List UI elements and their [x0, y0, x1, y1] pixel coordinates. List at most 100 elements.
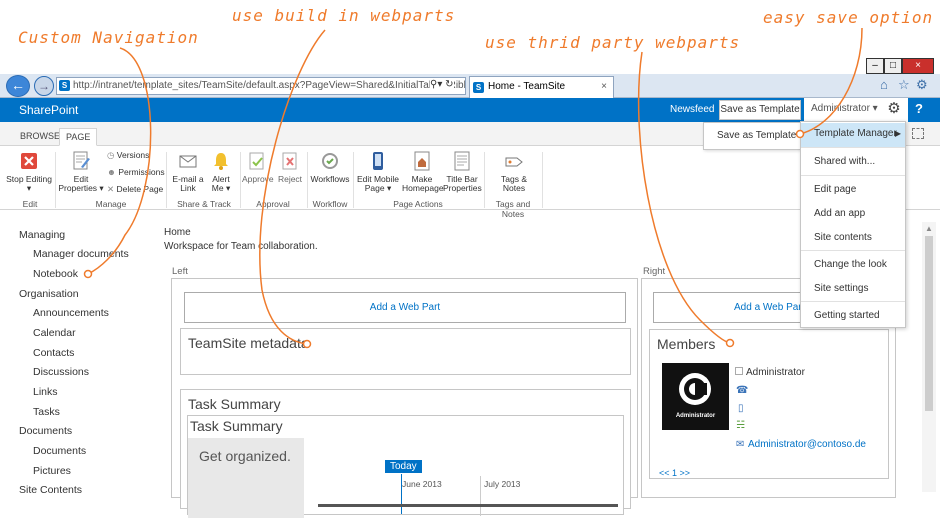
- nav-item-calendar[interactable]: Calendar: [33, 327, 76, 339]
- title-bar-icon: [454, 151, 470, 171]
- settings-gear-icon[interactable]: ⚙: [880, 98, 908, 122]
- email-icon: [179, 155, 197, 168]
- ribbon-separator: [166, 152, 167, 208]
- org-chart-icon[interactable]: ☵: [736, 420, 745, 431]
- approve-label: Approve: [242, 174, 274, 184]
- permissions-icon: ☻: [107, 167, 116, 177]
- favorites-icon[interactable]: ☆: [898, 77, 910, 93]
- workflows-icon: [322, 153, 338, 169]
- make-homepage-label-2: Homepage: [402, 183, 444, 193]
- newsfeed-link[interactable]: Newsfeed: [670, 104, 714, 115]
- menu-separator: [801, 250, 905, 251]
- tag-icon: [505, 157, 523, 167]
- nav-item-discussions[interactable]: Discussions: [33, 366, 89, 378]
- alert-me-button[interactable]: Alert Me ▾: [206, 150, 236, 193]
- nav-item-pictures[interactable]: Pictures: [33, 465, 71, 477]
- tags-notes-button[interactable]: Tags & Notes: [494, 150, 534, 193]
- nav-item-manager-documents[interactable]: Manager documents: [33, 248, 129, 260]
- tab-close-icon[interactable]: ×: [601, 77, 607, 97]
- permissions-label: Permissions: [118, 167, 165, 177]
- mobile-icon[interactable]: ▯: [738, 403, 744, 414]
- stop-editing-button[interactable]: Stop Editing ▾: [6, 150, 52, 193]
- alert-me-label-2: Me ▾: [211, 183, 231, 193]
- menu-separator: [801, 301, 905, 302]
- annotation-custom-navigation: Custom Navigation: [18, 28, 199, 47]
- brand-title[interactable]: SharePoint: [19, 103, 78, 117]
- nav-heading-site-contents[interactable]: Site Contents: [19, 484, 82, 496]
- tab-page[interactable]: PAGE: [59, 128, 98, 146]
- ribbon-group-approval: Approval: [256, 199, 290, 209]
- nav-item-tasks[interactable]: Tasks: [33, 406, 60, 418]
- make-homepage-button[interactable]: Make Homepage: [402, 150, 444, 193]
- approve-button[interactable]: Approve: [242, 150, 274, 184]
- task-summary-inner-title: Task Summary: [190, 418, 283, 434]
- today-marker: Today: [385, 460, 422, 473]
- task-summary-inner: Task Summary Get organized. Today June 2…: [187, 415, 624, 518]
- menu-item-site-settings[interactable]: Site settings: [814, 283, 868, 294]
- window-maximize-button[interactable]: □: [884, 58, 902, 74]
- members-pager[interactable]: << 1 >>: [659, 468, 690, 478]
- breadcrumb[interactable]: Home: [164, 227, 191, 238]
- nav-item-notebook[interactable]: Notebook: [33, 268, 78, 280]
- back-icon[interactable]: ←: [6, 75, 30, 97]
- avatar-label: Administrator: [675, 413, 716, 419]
- ribbon-separator: [55, 152, 56, 208]
- search-icon[interactable]: ⚲▾ ↻: [430, 79, 454, 90]
- ribbon-group-workflow: Workflow: [312, 199, 348, 209]
- menu-separator: [801, 175, 905, 176]
- menu-item-edit-page[interactable]: Edit page: [814, 184, 856, 195]
- member-email-link[interactable]: Administrator@contoso.de: [748, 439, 866, 450]
- focus-content-icon[interactable]: [912, 128, 924, 139]
- nav-item-links[interactable]: Links: [33, 386, 58, 398]
- tools-gear-icon[interactable]: ⚙: [916, 77, 928, 93]
- home-icon[interactable]: ⌂: [880, 77, 888, 92]
- forward-icon[interactable]: →: [34, 76, 54, 96]
- menu-item-shared-with[interactable]: Shared with...: [814, 156, 875, 167]
- email-link-button[interactable]: E-mail a Link: [170, 150, 206, 193]
- versions-label: Versions: [116, 150, 150, 160]
- url-input[interactable]: S http://intranet/template_sites/TeamSit…: [56, 77, 466, 95]
- template-manager-label: Template Manager: [814, 128, 897, 139]
- menu-item-add-app[interactable]: Add an app: [814, 208, 865, 219]
- scroll-thumb[interactable]: [925, 236, 933, 411]
- nav-item-announcements[interactable]: Announcements: [33, 307, 109, 319]
- page-scrollbar[interactable]: ▲: [922, 222, 936, 492]
- annotation-build-in-webparts: use build in webparts: [232, 6, 456, 25]
- window-close-button[interactable]: ×: [902, 58, 934, 74]
- template-manager-item[interactable]: Template Manager ▶: [801, 123, 905, 147]
- user-menu[interactable]: Administrator ▾: [804, 98, 880, 122]
- menu-item-change-look[interactable]: Change the look: [814, 259, 887, 270]
- ribbon-separator: [240, 152, 241, 208]
- teamsite-metadata-title: TeamSite metadata: [188, 335, 309, 351]
- member-checkbox[interactable]: [735, 367, 743, 375]
- menu-item-getting-started[interactable]: Getting started: [814, 310, 880, 321]
- nav-heading-organisation[interactable]: Organisation: [19, 288, 79, 300]
- nav-item-documents[interactable]: Documents: [33, 445, 86, 457]
- save-as-template-button[interactable]: Save as Template: [719, 100, 801, 120]
- edit-properties-label-2: Properties ▾: [58, 183, 104, 193]
- phone-icon[interactable]: ☎: [736, 385, 748, 396]
- avatar[interactable]: Administrator: [662, 363, 729, 430]
- nav-heading-managing[interactable]: Managing: [19, 229, 65, 241]
- permissions-button[interactable]: ☻ Permissions: [107, 167, 165, 177]
- window-minimize-button[interactable]: –: [866, 58, 884, 74]
- reject-button[interactable]: Reject: [276, 150, 304, 184]
- scroll-up-icon[interactable]: ▲: [925, 224, 933, 233]
- workflows-button[interactable]: Workflows: [310, 150, 350, 184]
- delete-page-button[interactable]: ✕ Delete Page: [107, 184, 163, 195]
- month-july: July 2013: [484, 479, 521, 489]
- nav-heading-documents[interactable]: Documents: [19, 425, 72, 437]
- save-as-template-flyout[interactable]: Save as Template: [703, 122, 801, 150]
- edit-mobile-page-button[interactable]: Edit Mobile Page ▾: [356, 150, 400, 193]
- menu-item-site-contents[interactable]: Site contents: [814, 232, 872, 243]
- help-icon[interactable]: ?: [908, 101, 930, 116]
- tab-title: Home - TeamSite: [488, 81, 566, 92]
- email-small-icon[interactable]: ✉: [736, 439, 744, 450]
- member-name[interactable]: Administrator: [746, 367, 805, 378]
- title-bar-properties-button[interactable]: Title Bar Properties: [443, 150, 482, 193]
- nav-item-contacts[interactable]: Contacts: [33, 347, 74, 359]
- edit-properties-button[interactable]: Edit Properties ▾: [58, 150, 104, 193]
- versions-button[interactable]: ◷ Versions: [107, 150, 149, 161]
- browser-tab[interactable]: S Home - TeamSite ×: [469, 76, 614, 98]
- add-webpart-left-button[interactable]: Add a Web Part: [184, 292, 626, 323]
